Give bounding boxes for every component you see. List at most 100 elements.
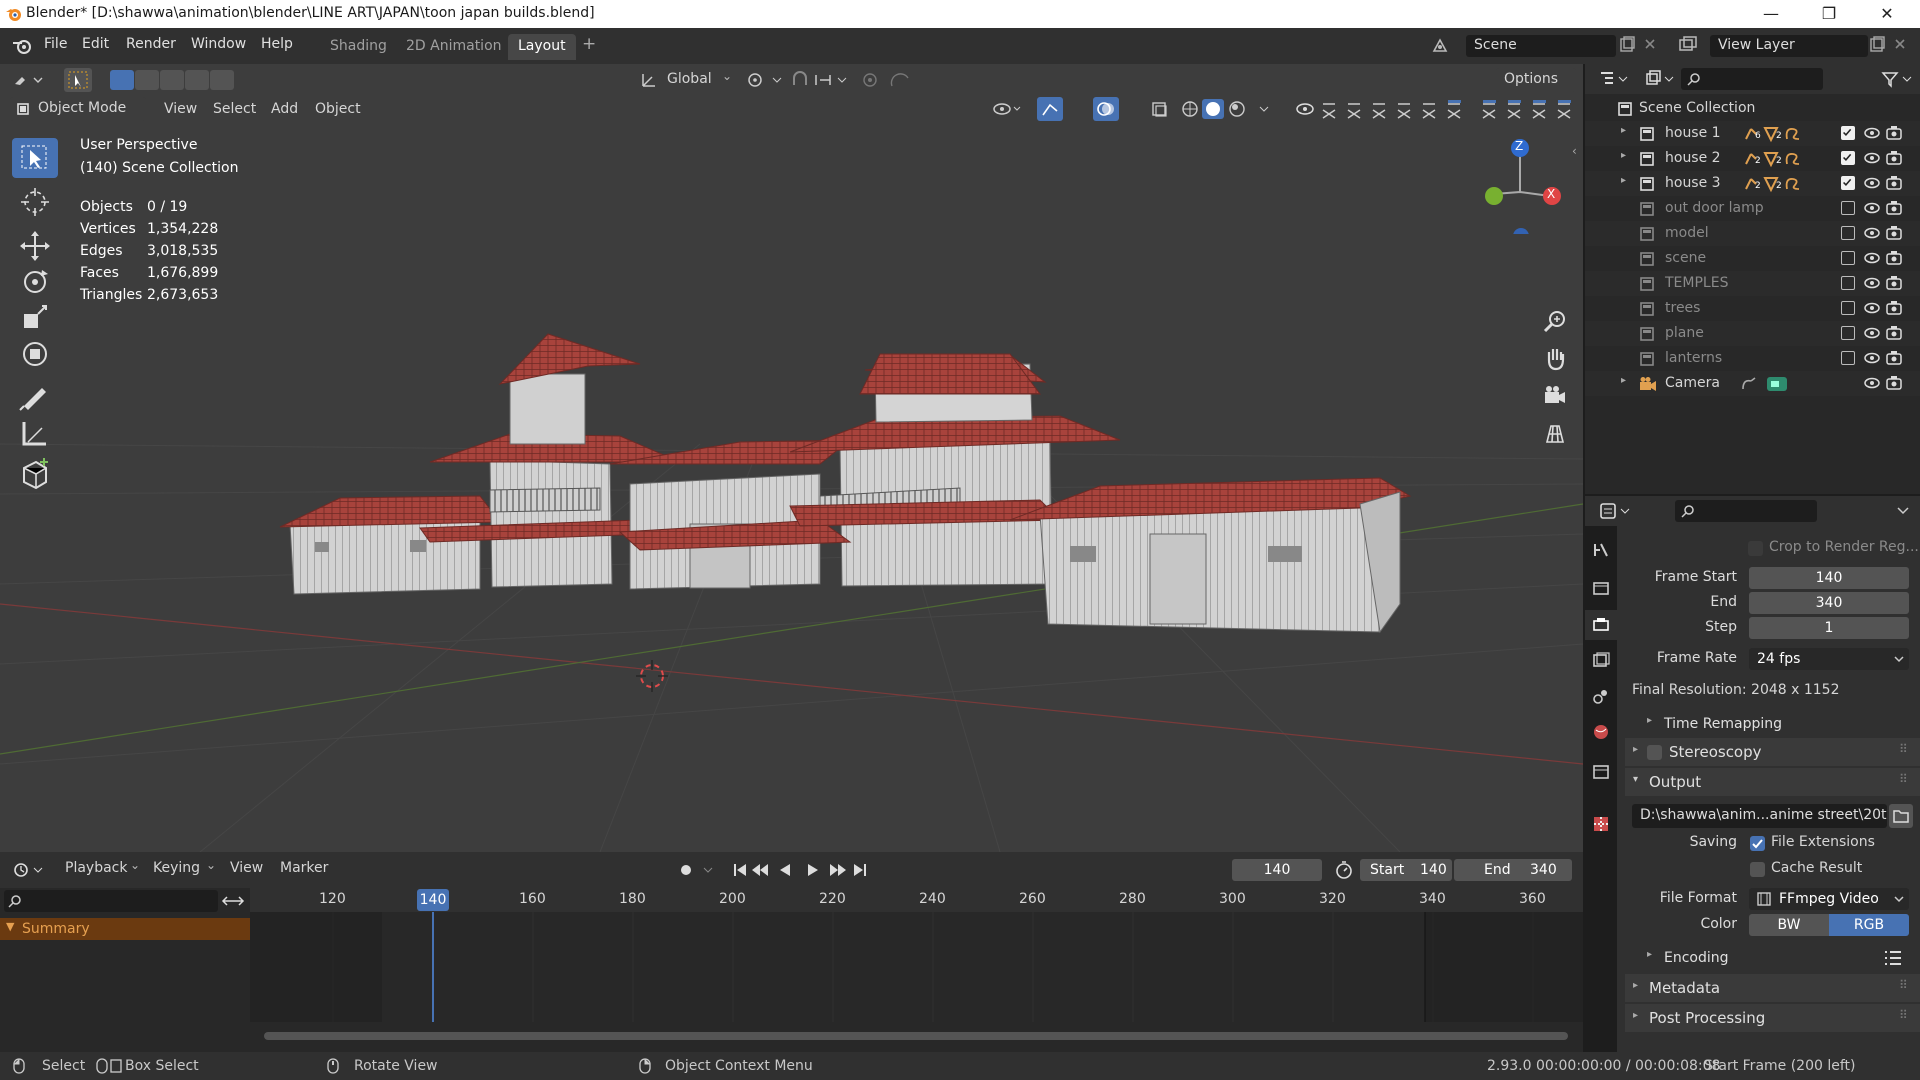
visibility-eye-icon[interactable] xyxy=(1863,326,1881,340)
view-layer-tab-icon[interactable] xyxy=(1591,650,1611,670)
outliner-item[interactable]: ▸ house 162 xyxy=(1585,121,1920,146)
outliner-item[interactable]: ▸ house 222 xyxy=(1585,146,1920,171)
properties-search-input[interactable] xyxy=(1675,500,1817,522)
render-camera-icon[interactable] xyxy=(1885,150,1903,166)
encoding-section[interactable]: ▸ Encoding xyxy=(1625,944,1920,972)
stopwatch-icon[interactable] xyxy=(1334,860,1354,880)
tab-2d-animation[interactable]: 2D Animation xyxy=(396,34,512,60)
chevron-down-icon[interactable] xyxy=(1895,504,1911,518)
ortho-toggle-icon[interactable] xyxy=(1541,420,1569,448)
current-frame-field[interactable]: 140 xyxy=(1232,859,1322,881)
select-mode-new[interactable] xyxy=(110,70,134,90)
timeline-menu-keying[interactable]: Keying xyxy=(153,860,200,876)
post-processing-section[interactable]: ▸ Post Processing ⠿ xyxy=(1625,1004,1920,1032)
visibility-eye-icon[interactable] xyxy=(1863,201,1881,215)
visibility-eye-icon[interactable] xyxy=(1863,226,1881,240)
remove-scene-icon[interactable] xyxy=(1643,37,1657,51)
blender-menu-icon[interactable] xyxy=(12,37,32,55)
gizmo-toggle[interactable] xyxy=(1037,97,1063,121)
restore-button[interactable]: ❐ xyxy=(1800,0,1858,28)
drag-handle-icon[interactable]: ⠿ xyxy=(1899,742,1908,756)
start-frame-field[interactable]: Start 140 xyxy=(1360,859,1452,881)
collection-tab-icon[interactable] xyxy=(1591,762,1611,782)
add-workspace-button[interactable]: + xyxy=(582,34,596,54)
render-camera-icon[interactable] xyxy=(1885,175,1903,191)
outliner-item[interactable]: TEMPLES xyxy=(1585,271,1920,296)
exclude-checkbox[interactable] xyxy=(1841,251,1855,265)
output-tab[interactable] xyxy=(1585,610,1617,640)
menu-edit[interactable]: Edit xyxy=(82,36,109,52)
outliner-item[interactable]: plane xyxy=(1585,321,1920,346)
select-mode-invert[interactable] xyxy=(185,70,209,90)
outliner-item[interactable]: ▸ Camera xyxy=(1585,371,1920,396)
visibility-eye-icon[interactable] xyxy=(1863,151,1881,165)
visibility-eye-icon[interactable] xyxy=(1863,251,1881,265)
viewport-menu-object[interactable]: Object xyxy=(315,101,361,117)
view-layer-selector[interactable]: View Layer xyxy=(1710,35,1868,57)
visibility-eye-icon[interactable] xyxy=(1863,126,1881,140)
stereoscopy-checkbox[interactable] xyxy=(1647,745,1662,760)
file-format-dropdown[interactable]: FFmpeg Video xyxy=(1749,888,1909,910)
playback-controls[interactable] xyxy=(730,858,880,882)
crop-checkbox[interactable] xyxy=(1748,541,1763,556)
outliner-scene-collection[interactable]: Scene Collection xyxy=(1585,96,1920,121)
render-camera-icon[interactable] xyxy=(1885,125,1903,141)
select-tool-toggle[interactable] xyxy=(64,68,92,92)
visibility-eye-icon[interactable] xyxy=(1863,301,1881,315)
scene-icon[interactable] xyxy=(1430,36,1450,56)
visibility-eye-icon[interactable] xyxy=(1863,276,1881,290)
new-view-layer-icon[interactable] xyxy=(1868,36,1886,54)
display-mode-icon[interactable] xyxy=(1645,70,1675,88)
outliner-search-input[interactable] xyxy=(1681,68,1823,90)
cache-result-checkbox[interactable] xyxy=(1750,862,1765,877)
overlays-toggle[interactable] xyxy=(1093,97,1119,121)
properties-editor-icon[interactable] xyxy=(1599,502,1633,520)
render-camera-icon[interactable] xyxy=(1885,300,1903,316)
transform-orientation-dropdown[interactable]: Global xyxy=(667,71,712,87)
time-remapping-section[interactable]: ▸ Time Remapping xyxy=(1625,710,1920,738)
new-scene-icon[interactable] xyxy=(1618,36,1636,54)
exclude-checkbox[interactable] xyxy=(1841,126,1855,140)
select-mode-intersect[interactable] xyxy=(210,70,234,90)
3d-viewport[interactable]: Global ⌄ Options Object Mode View Select… xyxy=(0,64,1583,852)
outliner-item[interactable]: scene xyxy=(1585,246,1920,271)
render-camera-icon[interactable] xyxy=(1885,275,1903,291)
exclude-checkbox[interactable] xyxy=(1841,226,1855,240)
camera-view-icon[interactable] xyxy=(1541,382,1569,410)
exclude-checkbox[interactable] xyxy=(1841,176,1855,190)
outliner-item[interactable]: out door lamp xyxy=(1585,196,1920,221)
move-tool[interactable] xyxy=(12,226,58,266)
transform-tool[interactable] xyxy=(12,334,58,374)
viewport-menu-view[interactable]: View xyxy=(164,101,197,117)
chevron-down-icon[interactable]: ⌄ xyxy=(722,69,732,83)
presets-list-icon[interactable] xyxy=(1883,950,1903,966)
channel-search-input[interactable] xyxy=(4,890,218,912)
menu-help[interactable]: Help xyxy=(261,36,293,52)
exclude-checkbox[interactable] xyxy=(1841,201,1855,215)
object-mode-dropdown[interactable]: Object Mode xyxy=(10,97,146,121)
select-mode-subtract[interactable] xyxy=(160,70,184,90)
exclude-checkbox[interactable] xyxy=(1841,151,1855,165)
output-path-input[interactable]: D:\shawwa\anim...anime street\20th xyxy=(1632,804,1887,828)
world-tab-icon[interactable] xyxy=(1591,722,1611,742)
visibility-eye-icon[interactable] xyxy=(1863,176,1881,190)
select-mode-extend[interactable] xyxy=(135,70,159,90)
outliner-item[interactable]: lanterns xyxy=(1585,346,1920,371)
filter-icon[interactable] xyxy=(1881,70,1917,88)
render-camera-icon[interactable] xyxy=(1885,250,1903,266)
scene-tab-icon[interactable] xyxy=(1591,686,1611,706)
outliner-item[interactable]: ▸ house 322 xyxy=(1585,171,1920,196)
metadata-section[interactable]: ▸ Metadata ⠿ xyxy=(1625,974,1920,1002)
chevron-right-icon[interactable]: ▸ xyxy=(1621,175,1626,186)
menu-file[interactable]: File xyxy=(44,36,67,52)
render-camera-icon[interactable] xyxy=(1885,375,1903,391)
chevron-right-icon[interactable]: ▸ xyxy=(1621,150,1626,161)
stereoscopy-section[interactable]: ▸ Stereoscopy ⠿ xyxy=(1625,738,1920,766)
viewport-menu-add[interactable]: Add xyxy=(271,101,298,117)
cursor-tool[interactable] xyxy=(12,182,58,222)
timeline-menu-marker[interactable]: Marker xyxy=(280,860,328,876)
swap-arrows-icon[interactable] xyxy=(220,892,246,910)
visibility-eye-icon[interactable] xyxy=(1863,351,1881,365)
scene-selector[interactable]: Scene xyxy=(1466,35,1616,57)
texture-tab-icon[interactable] xyxy=(1591,814,1611,834)
